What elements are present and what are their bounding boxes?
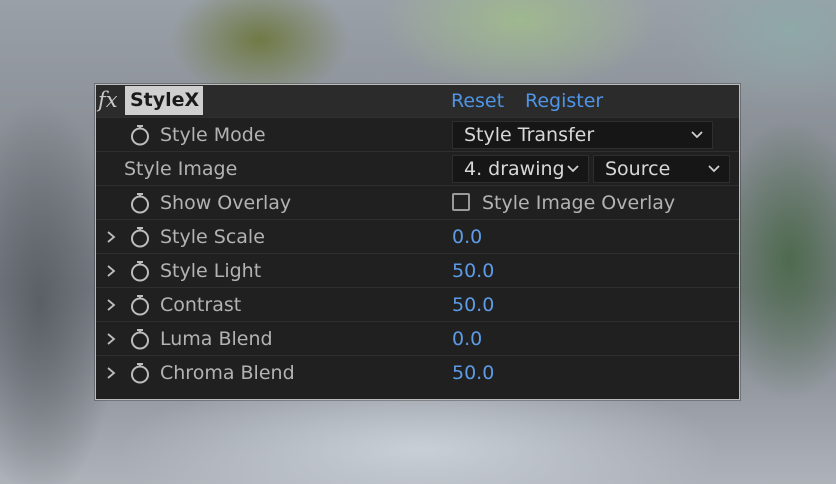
style-mode-dropdown[interactable]: Style Transfer — [452, 121, 713, 149]
param-row-chroma-blend: Chroma Blend 50.0 — [96, 355, 739, 390]
chevron-right-icon[interactable] — [104, 364, 118, 382]
chevron-down-icon — [566, 162, 580, 176]
chevron-right-icon[interactable] — [104, 296, 118, 314]
dropdown-value: Style Transfer — [464, 124, 595, 146]
param-value[interactable]: 0.0 — [452, 220, 482, 254]
style-image-dropdown[interactable]: 4. drawing — [452, 155, 589, 183]
stopwatch-icon[interactable] — [129, 294, 151, 316]
chevron-right-icon[interactable] — [104, 262, 118, 280]
chevron-right-icon[interactable] — [104, 330, 118, 348]
param-label: Style Scale — [160, 226, 265, 248]
style-image-overlay-checkbox[interactable] — [452, 193, 470, 211]
style-image-source-dropdown[interactable]: Source — [593, 155, 730, 183]
stopwatch-icon[interactable] — [129, 124, 151, 146]
effect-header: fx StyleX Reset Register — [96, 85, 739, 117]
param-value[interactable]: 0.0 — [452, 322, 482, 356]
param-value[interactable]: 50.0 — [452, 356, 494, 390]
param-row-style-image: Style Image 4. drawing Source — [96, 151, 739, 186]
param-row-style-mode: Style Mode Style Transfer — [96, 117, 739, 152]
param-row-style-scale: Style Scale 0.0 — [96, 219, 739, 254]
stopwatch-icon[interactable] — [129, 328, 151, 350]
dropdown-value: 4. drawing — [464, 158, 565, 180]
stopwatch-icon[interactable] — [129, 226, 151, 248]
param-value[interactable]: 50.0 — [452, 254, 494, 288]
chevron-down-icon — [707, 162, 721, 176]
stopwatch-icon[interactable] — [129, 260, 151, 282]
stopwatch-icon[interactable] — [129, 192, 151, 214]
dropdown-value: Source — [605, 158, 671, 180]
param-value[interactable]: 50.0 — [452, 288, 494, 322]
param-label: Show Overlay — [160, 192, 292, 214]
param-label: Contrast — [160, 294, 242, 316]
fx-icon[interactable]: fx — [98, 87, 124, 113]
param-row-style-light: Style Light 50.0 — [96, 253, 739, 288]
param-label: Chroma Blend — [160, 362, 295, 384]
param-label: Style Light — [160, 260, 262, 282]
param-label: Luma Blend — [160, 328, 273, 350]
stopwatch-icon[interactable] — [129, 362, 151, 384]
chevron-down-icon — [690, 128, 704, 142]
chevron-right-icon[interactable] — [104, 228, 118, 246]
effect-name[interactable]: StyleX — [125, 86, 203, 115]
param-row-contrast: Contrast 50.0 — [96, 287, 739, 322]
reset-link[interactable]: Reset — [451, 85, 504, 117]
param-label: Style Mode — [160, 124, 266, 146]
register-link[interactable]: Register — [525, 85, 603, 117]
checkbox-label: Style Image Overlay — [482, 192, 676, 214]
effect-controls-panel: fx StyleX Reset Register Style Mode Styl… — [95, 84, 740, 400]
param-row-luma-blend: Luma Blend 0.0 — [96, 321, 739, 356]
param-label: Style Image — [124, 158, 238, 180]
param-row-show-overlay: Show Overlay Style Image Overlay — [96, 185, 739, 220]
